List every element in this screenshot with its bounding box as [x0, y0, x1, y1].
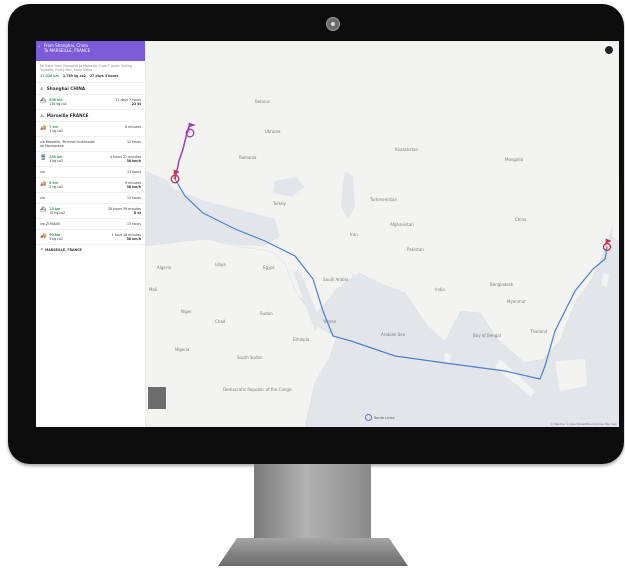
- map-label: Saudi Arabia: [323, 277, 349, 282]
- map-label: India: [435, 287, 445, 292]
- map-label: Chad: [215, 319, 226, 324]
- total-duration: 27 days 3 hours: [89, 74, 119, 79]
- leg-co2: 3 kg co2: [49, 158, 63, 163]
- stop-label: via: [40, 195, 45, 200]
- leg-speed: 22 kt: [131, 101, 141, 106]
- map-label: Nigeria: [175, 347, 190, 352]
- route-description: Le Trajet from Shanghai to Marseille, fr…: [40, 64, 132, 73]
- truck-icon: 🚚: [40, 180, 47, 187]
- map-label: Turkey: [272, 201, 287, 206]
- stop-time: 13 hours: [126, 221, 141, 226]
- leg-item[interactable]: ⛴ 898 km 234 kg co2 11 days 7 hours 22 k…: [36, 95, 145, 110]
- leg-item[interactable]: 🚚 8 km 2 kg co2 9 minutes 38 km/h: [36, 178, 145, 193]
- origin-port[interactable]: ⚓ Shanghai CHINA: [36, 83, 145, 95]
- map-label: Turkmenistan: [369, 197, 397, 202]
- stop-item[interactable]: via ZI MIAUS 13 hours: [36, 219, 145, 230]
- stop-item[interactable]: via 13 hours: [36, 193, 145, 204]
- map-label: Pakistan: [407, 247, 424, 252]
- map-label: Bangladesh: [490, 282, 514, 287]
- leg-item[interactable]: 🚚 7 km 1 kg co2 8 minutes: [36, 122, 145, 137]
- leg-co2: 3 kg co2: [49, 236, 63, 241]
- map-label: Myanmar: [507, 299, 526, 304]
- total-distance: 17,026 km: [40, 74, 59, 79]
- map-label: Arabian Sea: [381, 332, 406, 337]
- back-chevron-icon[interactable]: ‹: [38, 45, 40, 50]
- stop-time: 13 hours: [126, 195, 141, 200]
- route-summary: Le Trajet from Shanghai to Marseille, fr…: [36, 61, 145, 83]
- location-pin-icon: 📍: [40, 247, 44, 252]
- stop-item[interactable]: via 13 hours: [36, 167, 145, 178]
- leg-co2: 234 kg co2: [49, 101, 68, 106]
- map-label: Ukraine: [265, 129, 281, 134]
- destination-port-label: MARSEILLE, FRANCE: [45, 247, 82, 252]
- leg-item[interactable]: ⛴ 23 km 15 kg co2 28 hours 39 minutes 8 …: [36, 204, 145, 219]
- map-label: Ethiopia: [293, 337, 310, 342]
- map-label: Yemen: [322, 319, 337, 324]
- map-label: Mongolia: [505, 157, 524, 162]
- anchor-icon: ⚓: [40, 112, 44, 118]
- map-label: Mali: [149, 287, 157, 292]
- leg-speed: 38 km/h: [126, 184, 141, 189]
- leg-time: 8 minutes: [125, 124, 141, 129]
- leg-co2: 1 kg co2: [49, 128, 63, 133]
- stop-time: 13 hours: [126, 169, 141, 174]
- stop-sublabel: de Mourepiane: [40, 143, 64, 148]
- legend-dot-icon: [365, 414, 372, 421]
- total-emissions: 1,789 kg co2: [62, 74, 86, 79]
- truck-icon: 🚚: [40, 232, 47, 239]
- train-icon: 🚆: [40, 154, 47, 161]
- leg-item[interactable]: 🚆 258 km 3 kg co2 4 hours 37 minutes 38 …: [36, 152, 145, 167]
- stop-item[interactable]: via Marseille, Terminal multimodal de Mo…: [36, 137, 145, 152]
- map-label: Romania: [239, 155, 257, 160]
- transit-port[interactable]: ⚓ Marseille FRANCE: [36, 110, 145, 122]
- map-attribution[interactable]: © Mapbox © OpenStreetMap Improve this ma…: [550, 422, 617, 426]
- stop-time: 12 hours: [126, 139, 141, 144]
- truck-icon: 🚚: [40, 124, 47, 131]
- fullscreen-button[interactable]: [604, 45, 614, 55]
- map-label: Niger: [181, 309, 192, 314]
- map-canvas[interactable]: Belarus Ukraine Romania Kazakhstan Turkm…: [145, 41, 619, 427]
- map-label: Kazakhstan: [395, 147, 419, 152]
- map-label: Sudan: [260, 311, 273, 316]
- ship-icon: ⛴: [40, 206, 47, 213]
- transit-port-label: Marseille FRANCE: [46, 112, 89, 118]
- legend-label: Route Lines: [374, 415, 395, 420]
- map-label: South Sudan: [237, 355, 263, 360]
- route-legend[interactable]: Route Lines: [365, 414, 394, 421]
- itinerary-sidebar: ‹ From Shanghai, China To MARSEILLE, FRA…: [36, 41, 146, 427]
- route-destination: To MARSEILLE, FRANCE: [44, 48, 91, 53]
- anchor-icon: ⚓: [40, 85, 44, 91]
- map-label: Belarus: [255, 99, 270, 104]
- map-label: Democratic Republic of the Congo: [223, 387, 292, 392]
- monitor-bezel: ‹ From Shanghai, China To MARSEILLE, FRA…: [8, 4, 624, 464]
- camera-icon: [326, 17, 340, 31]
- map-label: Afghanistan: [390, 222, 414, 227]
- map-label: Bay of Bengal: [473, 333, 501, 338]
- map-style-toggle[interactable]: [147, 386, 167, 410]
- app-screen: ‹ From Shanghai, China To MARSEILLE, FRA…: [36, 41, 619, 427]
- leg-speed: 38 km/h: [126, 236, 141, 241]
- leg-co2: 15 kg co2: [49, 210, 66, 215]
- leg-speed: 38 km/h: [126, 158, 141, 163]
- monitor-stand-base: [218, 538, 408, 566]
- stop-label: via: [40, 169, 45, 174]
- ship-icon: ⛴: [40, 97, 47, 104]
- leg-item[interactable]: 🚚 90 km 3 kg co2 1 hour 18 minutes 38 km…: [36, 230, 145, 245]
- map-label: China: [515, 217, 527, 222]
- borneo: [555, 359, 587, 391]
- destination-port[interactable]: 📍 MARSEILLE, FRANCE: [36, 245, 145, 255]
- map-label: Egypt: [263, 265, 275, 270]
- map-label: Libya: [215, 262, 226, 267]
- map-label: Thailand: [529, 329, 548, 334]
- route-map[interactable]: Belarus Ukraine Romania Kazakhstan Turkm…: [145, 41, 619, 427]
- leg-speed: 8 kt: [134, 210, 141, 215]
- map-label: Iran: [350, 232, 358, 237]
- map-label: Algeria: [157, 265, 172, 270]
- stop-label: via ZI MIAUS: [40, 221, 61, 226]
- leg-co2: 2 kg co2: [49, 184, 63, 189]
- route-header[interactable]: ‹ From Shanghai, China To MARSEILLE, FRA…: [36, 41, 145, 61]
- origin-port-label: Shanghai CHINA: [46, 85, 86, 91]
